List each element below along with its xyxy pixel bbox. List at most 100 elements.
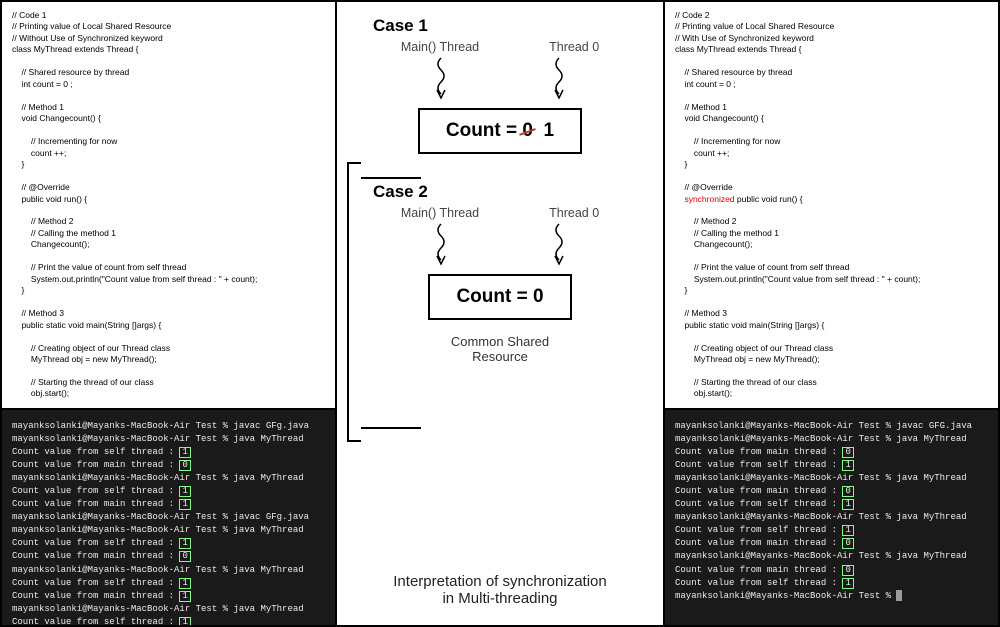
code-2-pre: // Code 2 // Printing value of Local Sha… [675, 10, 834, 204]
case-bracket [347, 162, 361, 442]
terminal-line: mayanksolanki@Mayanks-MacBook-Air Test %… [675, 472, 988, 485]
terminal-output-value: 1 [179, 591, 190, 602]
terminal-line: mayanksolanki@Mayanks-MacBook-Air Test %… [12, 564, 325, 577]
squiggle-arrow-icon [549, 56, 569, 104]
terminal-output-value: 1 [842, 499, 853, 510]
main-thread-label: Main() Thread [401, 206, 479, 220]
terminal-output-label: Count value from self thread : [12, 538, 179, 548]
case2-arrows [431, 222, 569, 270]
terminal-output-label: Count value from self thread : [675, 499, 842, 509]
terminal-line: Count value from self thread : 1 [675, 524, 988, 537]
terminal-line: Count value from self thread : 1 [12, 616, 325, 625]
thread0-label: Thread 0 [549, 40, 599, 54]
case1-label: Case 1 [373, 16, 428, 36]
terminal-line: mayanksolanki@Mayanks-MacBook-Air Test %… [12, 433, 325, 446]
terminal-output-label: Count value from main thread : [12, 551, 179, 561]
case2-threads: Main() Thread Thread 0 [401, 206, 599, 220]
terminal-output-value: 1 [179, 447, 190, 458]
terminal-output-label: Count value from main thread : [675, 565, 842, 575]
count1-new-value: 1 [544, 120, 555, 141]
case1-threads: Main() Thread Thread 0 [401, 40, 599, 54]
case2-label: Case 2 [373, 182, 428, 202]
terminal-line: mayanksolanki@Mayanks-MacBook-Air Test %… [675, 550, 988, 563]
terminal-line: mayanksolanki@Mayanks-MacBook-Air Test %… [675, 433, 988, 446]
terminal-line: Count value from self thread : 1 [675, 577, 988, 590]
code-1-pane: // Code 1 // Printing value of Local Sha… [2, 2, 335, 410]
terminal-output-value: 1 [179, 617, 190, 625]
case1-arrows [431, 56, 569, 104]
terminal-line: Count value from main thread : 0 [675, 446, 988, 459]
terminal-line: Count value from main thread : 0 [675, 537, 988, 550]
terminal-output-value: 1 [179, 499, 190, 510]
terminal-line: Count value from self thread : 1 [675, 459, 988, 472]
terminal-output-value: 1 [842, 578, 853, 589]
terminal-output-label: Count value from self thread : [12, 578, 179, 588]
left-column: // Code 1 // Printing value of Local Sha… [2, 2, 337, 625]
count1-prefix: Count = [446, 120, 523, 141]
terminal-output-label: Count value from main thread : [675, 486, 842, 496]
terminal-output-value: 1 [179, 538, 190, 549]
terminal-output-label: Count value from self thread : [675, 578, 842, 588]
terminal-output-value: 0 [179, 460, 190, 471]
diagram-frame: // Code 1 // Printing value of Local Sha… [0, 0, 1000, 627]
terminal-output-value: 1 [842, 460, 853, 471]
terminal-line: Count value from self thread : 1 [675, 498, 988, 511]
right-column: // Code 2 // Printing value of Local Sha… [663, 2, 998, 625]
middle-column: Case 1 Main() Thread Thread 0 Count = 0 … [337, 2, 663, 625]
terminal-output-label: Count value from self thread : [675, 460, 842, 470]
connector-to-case2 [361, 427, 421, 429]
interpretation-caption: Interpretation of synchronization in Mul… [393, 573, 606, 607]
squiggle-arrow-icon [549, 222, 569, 270]
terminal-output-label: Count value from main thread : [675, 538, 842, 548]
terminal-line: mayanksolanki@Mayanks-MacBook-Air Test %… [675, 420, 988, 433]
terminal-line: Count value from self thread : 1 [12, 446, 325, 459]
synchronized-keyword: synchronized [684, 194, 734, 204]
terminal-line: Count value from self thread : 1 [12, 537, 325, 550]
squiggle-arrow-icon [431, 222, 451, 270]
terminal-line: Count value from self thread : 1 [12, 485, 325, 498]
connector-to-case1 [361, 177, 421, 179]
terminal-line: mayanksolanki@Mayanks-MacBook-Air Test %… [12, 511, 325, 524]
terminal-line: Count value from main thread : 0 [12, 459, 325, 472]
terminal-cursor [896, 590, 902, 601]
terminal-output-value: 0 [842, 565, 853, 576]
terminal-output-label: Count value from self thread : [12, 486, 179, 496]
terminal-right: mayanksolanki@Mayanks-MacBook-Air Test %… [665, 410, 998, 625]
terminal-output-label: Count value from main thread : [12, 460, 179, 470]
terminal-line: mayanksolanki@Mayanks-MacBook-Air Test %… [675, 511, 988, 524]
terminal-line: mayanksolanki@Mayanks-MacBook-Air Test %… [12, 420, 325, 433]
terminal-output-value: 1 [842, 525, 853, 536]
terminal-line: Count value from main thread : 0 [675, 485, 988, 498]
terminal-line: mayanksolanki@Mayanks-MacBook-Air Test % [675, 590, 988, 603]
terminal-left: mayanksolanki@Mayanks-MacBook-Air Test %… [2, 410, 335, 625]
terminal-output-value: 0 [842, 447, 853, 458]
terminal-line: mayanksolanki@Mayanks-MacBook-Air Test %… [12, 524, 325, 537]
terminal-output-label: Count value from main thread : [12, 499, 179, 509]
count-box-case1: Count = 0 1 [418, 108, 582, 154]
squiggle-arrow-icon [431, 56, 451, 104]
thread0-label: Thread 0 [549, 206, 599, 220]
main-thread-label: Main() Thread [401, 40, 479, 54]
terminal-output-label: Count value from self thread : [12, 447, 179, 457]
code-2-post: public void run() { // Method 2 // Calli… [675, 194, 939, 411]
terminal-line: Count value from main thread : 0 [12, 550, 325, 563]
shared-resource-label: Common Shared Resource [451, 334, 549, 364]
code-2-pane: // Code 2 // Printing value of Local Sha… [665, 2, 998, 410]
terminal-line: Count value from self thread : 1 [12, 577, 325, 590]
count1-struck-value: 0 [522, 120, 533, 142]
terminal-output-label: Count value from self thread : [675, 525, 842, 535]
code-1-text: // Code 1 // Printing value of Local Sha… [12, 10, 276, 410]
count-box-case2: Count = 0 [428, 274, 571, 320]
terminal-output-value: 0 [842, 486, 853, 497]
terminal-output-value: 0 [842, 538, 853, 549]
terminal-output-value: 1 [179, 578, 190, 589]
terminal-output-label: Count value from main thread : [12, 591, 179, 601]
terminal-output-label: Count value from main thread : [675, 447, 842, 457]
terminal-line: Count value from main thread : 0 [675, 564, 988, 577]
terminal-output-value: 0 [179, 551, 190, 562]
terminal-line: Count value from main thread : 1 [12, 590, 325, 603]
terminal-line: mayanksolanki@Mayanks-MacBook-Air Test %… [12, 603, 325, 616]
terminal-line: Count value from main thread : 1 [12, 498, 325, 511]
terminal-output-value: 1 [179, 486, 190, 497]
terminal-line: mayanksolanki@Mayanks-MacBook-Air Test %… [12, 472, 325, 485]
